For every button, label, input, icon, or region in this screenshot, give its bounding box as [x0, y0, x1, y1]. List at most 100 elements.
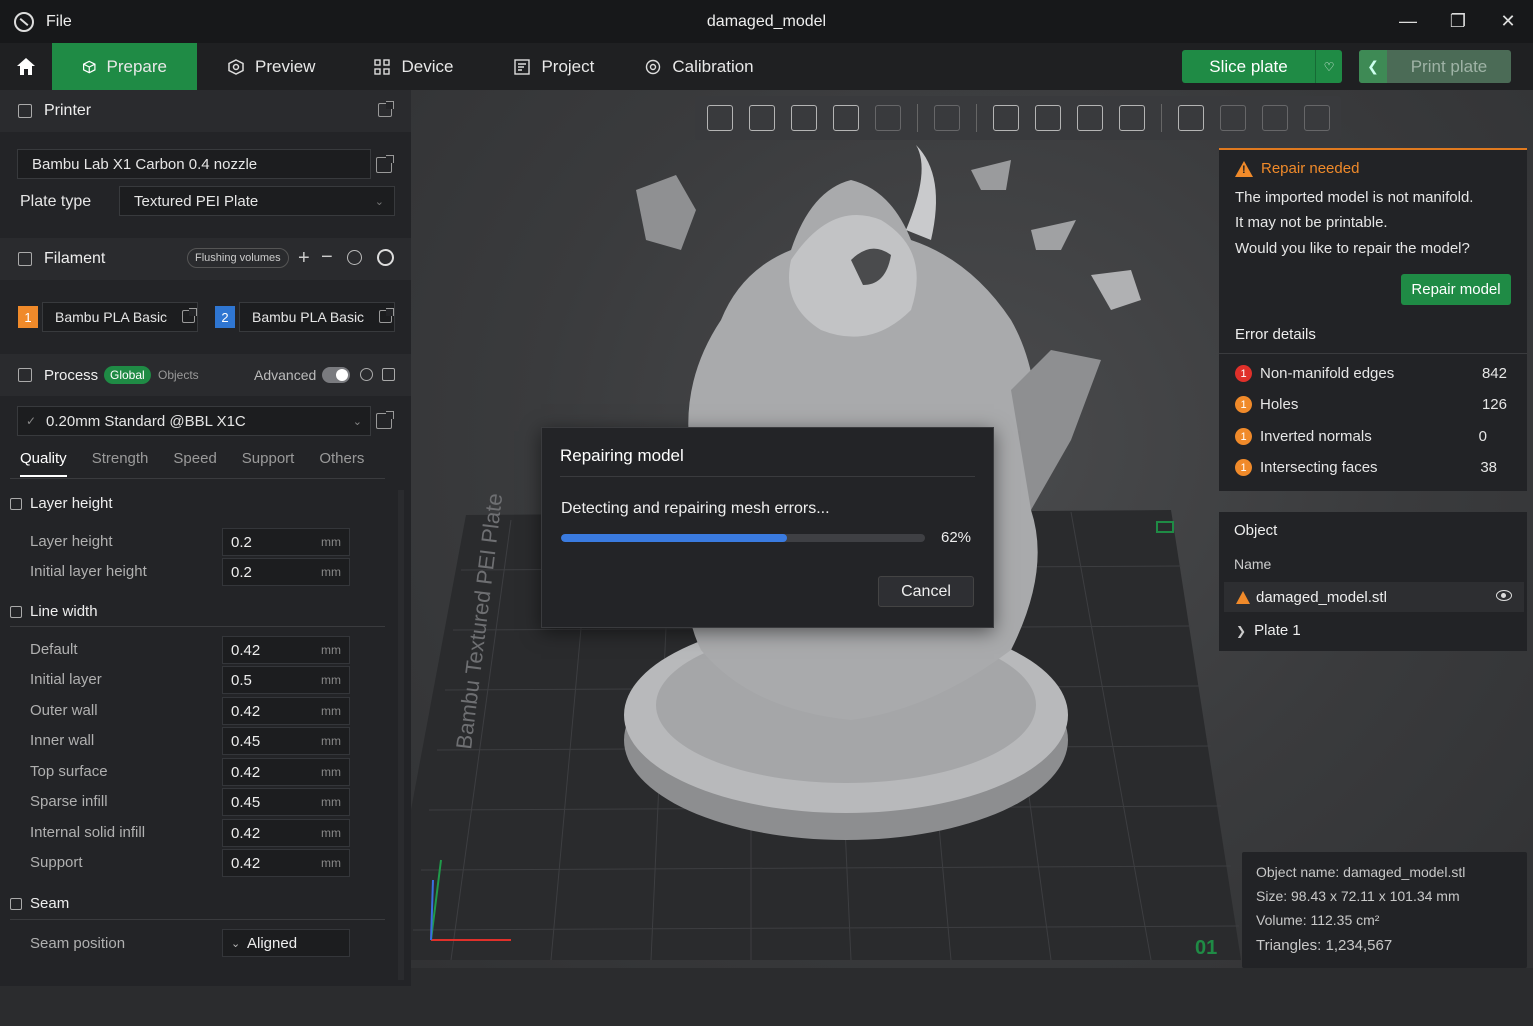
rotate-icon[interactable] [1035, 105, 1061, 131]
tab-prepare[interactable]: Prepare [52, 43, 197, 90]
divider [560, 476, 975, 477]
object-name: damaged_model.stl [1256, 588, 1387, 606]
unit-label: mm [321, 765, 341, 779]
calibration-icon [646, 59, 661, 74]
edit-process-icon[interactable] [376, 411, 394, 429]
filament-section-header: Filament Flushing volumes + − [0, 238, 411, 280]
gear-icon[interactable] [377, 249, 394, 266]
seam-group[interactable]: Seam [10, 895, 69, 912]
object-list-item[interactable]: damaged_model.stl [1224, 582, 1524, 612]
save-preset-icon[interactable] [382, 368, 395, 381]
plate-type-select[interactable]: Textured PEI Plate ⌄ [119, 186, 395, 216]
lw-solid-input[interactable]: 0.42 mm [222, 819, 350, 847]
cut-icon[interactable] [1178, 105, 1204, 131]
unit-label: mm [321, 704, 341, 718]
tab-speed[interactable]: Speed [173, 450, 216, 477]
slice-plate-label: Slice plate [1182, 50, 1316, 83]
lw-default-input[interactable]: 0.42 mm [222, 636, 350, 664]
unit-label: mm [321, 673, 341, 687]
layer-height-value: 0.2 [231, 533, 252, 551]
color-paint-icon[interactable] [1304, 105, 1330, 131]
filament-2-select[interactable]: Bambu PLA Basic [239, 302, 395, 332]
chevron-left-icon[interactable]: ❮ [1359, 50, 1387, 83]
repair-model-button[interactable]: Repair model [1401, 274, 1511, 305]
seam-paint-icon[interactable] [1262, 105, 1288, 131]
support-paint-icon[interactable] [1220, 105, 1246, 131]
line-width-group[interactable]: Line width [10, 603, 98, 620]
initial-layer-height-input[interactable]: 0.2 mm [222, 558, 350, 586]
maximize-icon[interactable]: ❐ [1433, 0, 1483, 43]
auto-orient-icon[interactable] [791, 105, 817, 131]
tab-preview[interactable]: Preview [197, 43, 345, 90]
home-icon [17, 58, 35, 75]
variable-layer-icon[interactable] [934, 105, 960, 131]
lw-support-input[interactable]: 0.42 mm [222, 849, 350, 877]
collapse-icon [10, 497, 22, 510]
edit-filament-1-icon[interactable] [182, 308, 197, 323]
collapse-icon [10, 897, 22, 910]
plate-tree-item[interactable]: ❯ Plate 1 [1236, 622, 1301, 639]
split-icon[interactable] [875, 105, 901, 131]
edit-printer-icon[interactable] [376, 155, 394, 173]
tab-project-label: Project [541, 56, 595, 76]
lw-outer-input[interactable]: 0.42 mm [222, 697, 350, 725]
tab-others[interactable]: Others [319, 450, 364, 477]
add-plate-icon[interactable] [749, 105, 775, 131]
global-toggle[interactable]: Global [104, 366, 151, 384]
plate-label: Plate 1 [1254, 622, 1301, 639]
scale-icon[interactable] [1077, 105, 1103, 131]
move-icon[interactable] [993, 105, 1019, 131]
lw-top-value: 0.42 [231, 763, 261, 781]
close-icon[interactable]: ✕ [1483, 0, 1533, 43]
filament-2-badge[interactable]: 2 [215, 306, 235, 328]
unit-label: mm [321, 795, 341, 809]
slice-dropdown-icon[interactable]: ♡ [1316, 60, 1342, 74]
tab-strength[interactable]: Strength [92, 450, 149, 477]
layer-height-group[interactable]: Layer height [10, 495, 113, 512]
filament-1-select[interactable]: Bambu PLA Basic [42, 302, 198, 332]
tab-support[interactable]: Support [242, 450, 295, 477]
lw-top-input[interactable]: 0.42 mm [222, 758, 350, 786]
objects-toggle[interactable]: Objects [158, 368, 199, 382]
printer-settings-icon[interactable] [378, 101, 394, 117]
home-button[interactable] [0, 43, 52, 90]
minimize-icon[interactable]: — [1383, 0, 1433, 43]
lw-sparse-input[interactable]: 0.45 mm [222, 788, 350, 816]
lw-initial-label: Initial layer [30, 671, 102, 688]
add-object-icon[interactable] [707, 105, 733, 131]
tab-calibration[interactable]: Calibration [624, 43, 783, 90]
tab-prepare-label: Prepare [106, 56, 167, 76]
eye-icon[interactable] [1496, 590, 1512, 601]
add-filament-icon[interactable]: + [298, 247, 310, 270]
seam-position-select[interactable]: ⌄ Aligned [222, 929, 350, 957]
fragment [636, 175, 696, 250]
arrange-icon[interactable] [833, 105, 859, 131]
remove-filament-icon[interactable]: − [321, 246, 333, 269]
tab-project[interactable]: Project [483, 43, 624, 90]
error-row: 1 Holes 126 [1235, 396, 1507, 413]
lw-inner-input[interactable]: 0.45 mm [222, 727, 350, 755]
info-triangles: Triangles: 1,234,567 [1256, 937, 1393, 954]
edit-filament-2-icon[interactable] [379, 308, 394, 323]
lay-on-face-icon[interactable] [1119, 105, 1145, 131]
error-badge: 1 [1235, 428, 1252, 445]
cancel-button[interactable]: Cancel [878, 576, 974, 607]
dialog-message: Detecting and repairing mesh errors... [561, 500, 830, 517]
printer-select[interactable]: Bambu Lab X1 Carbon 0.4 nozzle [17, 149, 371, 179]
process-preset-select[interactable]: ✓ 0.20mm Standard @BBL X1C ⌄ [17, 406, 371, 436]
error-badge: 1 [1235, 459, 1252, 476]
layer-height-input[interactable]: 0.2 mm [222, 528, 350, 556]
tab-device[interactable]: Device [345, 43, 483, 90]
chevron-down-icon: ⌄ [374, 195, 384, 208]
print-plate-button[interactable]: ❮ Print plate [1359, 50, 1511, 83]
tab-quality[interactable]: Quality [20, 450, 67, 477]
filament-sync-icon[interactable] [347, 250, 362, 265]
slice-plate-button[interactable]: Slice plate ♡ [1182, 50, 1342, 83]
flushing-volumes-button[interactable]: Flushing volumes [187, 248, 289, 268]
advanced-toggle[interactable] [322, 367, 350, 383]
lw-initial-input[interactable]: 0.5 mm [222, 666, 350, 694]
sidebar-scrollbar[interactable] [398, 490, 404, 980]
compare-icon[interactable] [360, 368, 373, 381]
file-menu[interactable]: File [46, 13, 72, 31]
filament-1-badge[interactable]: 1 [18, 306, 38, 328]
